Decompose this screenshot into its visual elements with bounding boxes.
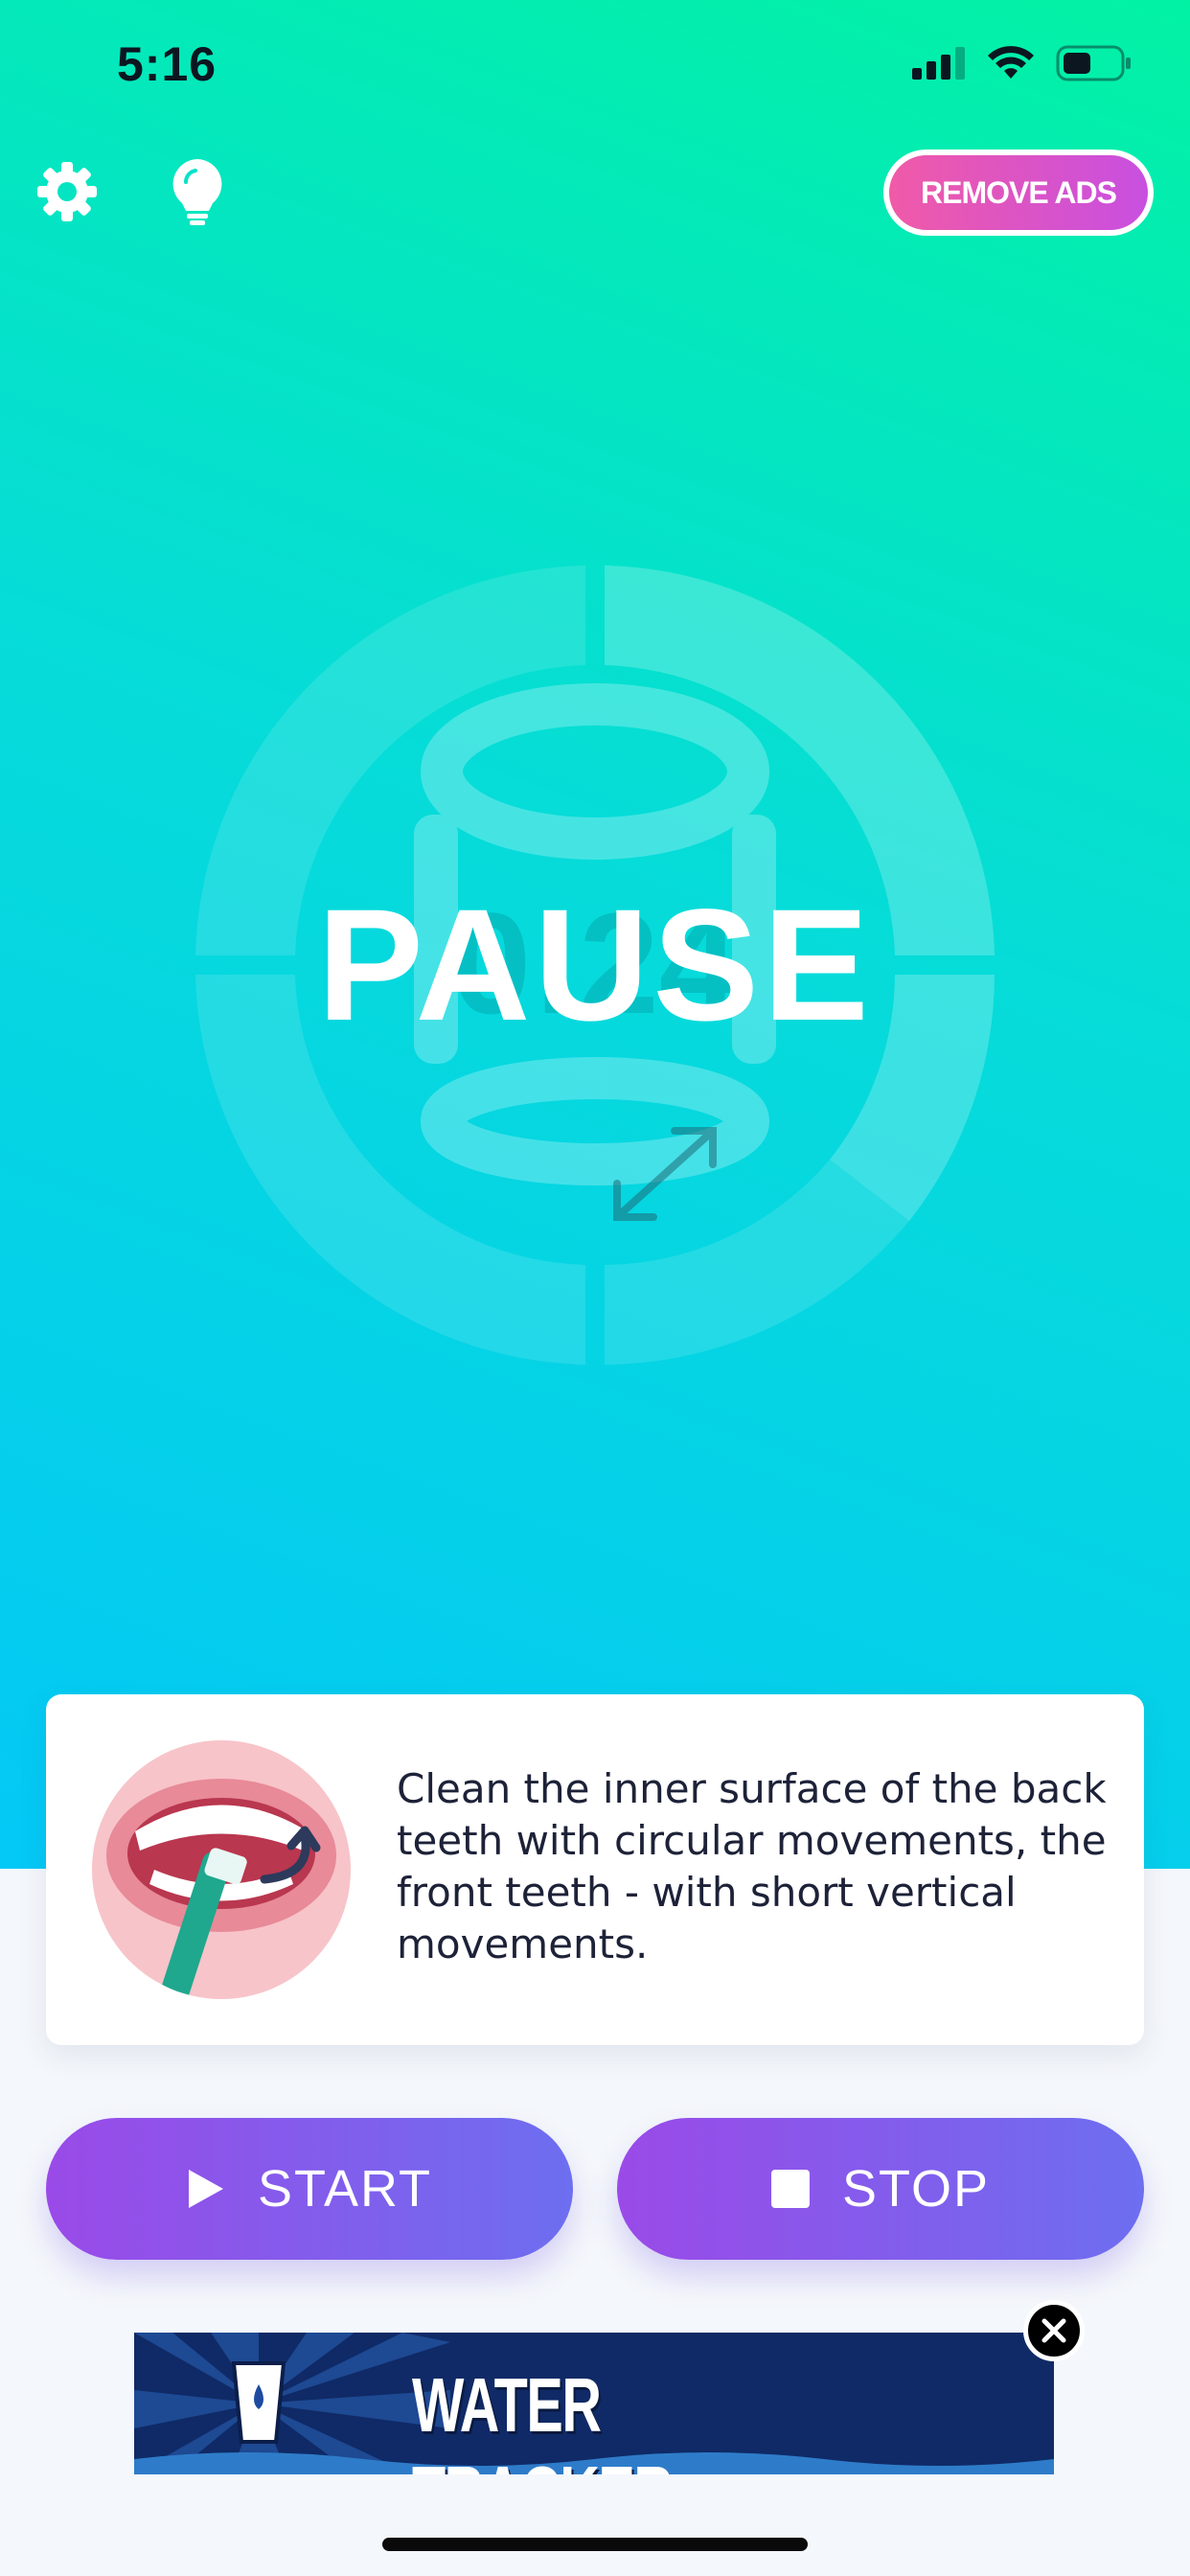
status-icons: [912, 42, 1133, 84]
cellular-signal-icon: [912, 47, 965, 80]
remove-ads-button[interactable]: REMOVE ADS: [883, 150, 1154, 236]
ad-banner[interactable]: WATER TRACKER: [134, 2333, 1054, 2474]
water-glass-icon: [231, 2361, 286, 2444]
timer-state-label: PAUSE: [317, 877, 873, 1054]
wifi-icon: [988, 46, 1034, 79]
lightbulb-icon: [172, 159, 222, 225]
settings-button[interactable]: [29, 153, 105, 230]
battery-icon: [1056, 45, 1131, 81]
home-indicator[interactable]: [382, 2538, 808, 2551]
tip-text: Clean the inner surface of the back teet…: [397, 1765, 1107, 1967]
stop-icon: [770, 2170, 810, 2208]
ad-close-button[interactable]: [1023, 2300, 1085, 2361]
ad-title: WATER TRACKER: [412, 2362, 674, 2474]
tip-card: Clean the inner surface of the back teet…: [46, 1694, 1144, 2045]
stop-button-label: STOP: [841, 2160, 991, 2218]
start-button[interactable]: START: [46, 2118, 573, 2260]
tips-button[interactable]: [159, 153, 236, 230]
stop-button[interactable]: STOP: [617, 2118, 1144, 2260]
start-button-label: START: [257, 2160, 433, 2218]
gear-icon: [37, 162, 97, 221]
close-icon: [1041, 2318, 1066, 2343]
play-icon: [188, 2170, 223, 2208]
status-time: 5:16: [117, 37, 217, 91]
brushing-illustration-icon: [92, 1740, 351, 1999]
